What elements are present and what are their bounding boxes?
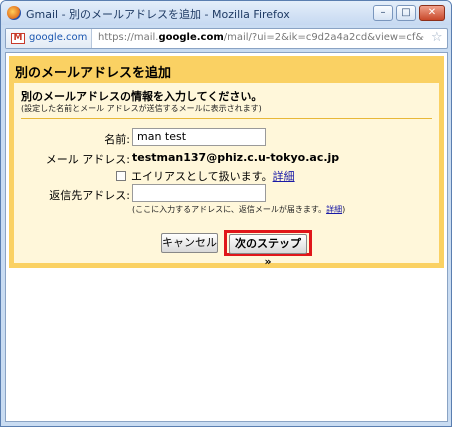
email-label: メール アドレス: bbox=[45, 153, 130, 166]
alias-row: エイリアスとして扱います。詳細 bbox=[116, 168, 295, 184]
dialog-panel: 別のメールアドレスの情報を入力してください。 (設定した名前とメール アドレスが… bbox=[14, 83, 439, 268]
site-identity-button[interactable]: M google.com bbox=[6, 29, 92, 48]
reply-to-label: 返信先アドレス: bbox=[49, 189, 130, 202]
highlight-box: 次のステップ » bbox=[224, 230, 312, 268]
address-bar[interactable]: M google.com https://mail.google.com/mai… bbox=[5, 28, 448, 49]
url-text[interactable]: https://mail.google.com/mail/?ui=2&ik=c9… bbox=[98, 32, 424, 43]
minimize-button[interactable]: – bbox=[373, 5, 393, 21]
panel-note: (設定した名前とメール アドレスが送信するメールに表示されます) bbox=[21, 104, 262, 113]
close-button[interactable]: ✕ bbox=[419, 5, 445, 21]
site-name: google.com bbox=[29, 32, 88, 43]
reply-to-hint: (ここに入力するアドレスに、返信メールが届きます。詳細) bbox=[132, 204, 345, 215]
alias-checkbox[interactable] bbox=[116, 171, 126, 181]
browser-window: Gmail - 別のメールアドレスを追加 - Mozilla Firefox –… bbox=[0, 0, 452, 427]
hint-details-link[interactable]: 詳細 bbox=[326, 205, 342, 214]
bookmark-star-icon[interactable]: ☆ bbox=[431, 30, 443, 45]
add-address-dialog: 別のメールアドレスを追加 別のメールアドレスの情報を入力してください。 (設定し… bbox=[9, 56, 444, 268]
gmail-icon: M bbox=[11, 33, 25, 44]
cancel-button[interactable]: キャンセル bbox=[161, 233, 218, 253]
alias-label: エイリアスとして扱います。 bbox=[131, 170, 273, 183]
url-scheme: https://mail. bbox=[98, 32, 159, 43]
divider bbox=[21, 118, 432, 119]
dialog-heading: 別のメールアドレスを追加 bbox=[15, 66, 172, 81]
url-path: /mail/?ui=2&ik=c9d2a4a2cd&view=cf&cfmf= bbox=[223, 32, 424, 43]
next-step-button[interactable]: 次のステップ » bbox=[229, 234, 307, 268]
reply-to-input[interactable] bbox=[132, 184, 266, 202]
name-input[interactable]: man test bbox=[132, 128, 266, 146]
alias-details-link[interactable]: 詳細 bbox=[273, 170, 295, 183]
page-content: 別のメールアドレスを追加 別のメールアドレスの情報を入力してください。 (設定し… bbox=[5, 52, 448, 422]
title-bar: Gmail - 別のメールアドレスを追加 - Mozilla Firefox –… bbox=[1, 1, 451, 25]
firefox-icon bbox=[7, 6, 21, 20]
url-host: google.com bbox=[158, 32, 224, 43]
name-label: 名前: bbox=[104, 133, 130, 146]
maximize-button[interactable]: □ bbox=[396, 5, 416, 21]
hint-text: (ここに入力するアドレスに、返信メールが届きます。 bbox=[132, 205, 327, 214]
email-value: testman137@phiz.c.u-tokyo.ac.jp bbox=[132, 151, 340, 164]
panel-title: 別のメールアドレスの情報を入力してください。 bbox=[21, 90, 263, 103]
window-title: Gmail - 別のメールアドレスを追加 - Mozilla Firefox bbox=[26, 8, 290, 21]
hint-close-paren: ) bbox=[342, 205, 346, 214]
